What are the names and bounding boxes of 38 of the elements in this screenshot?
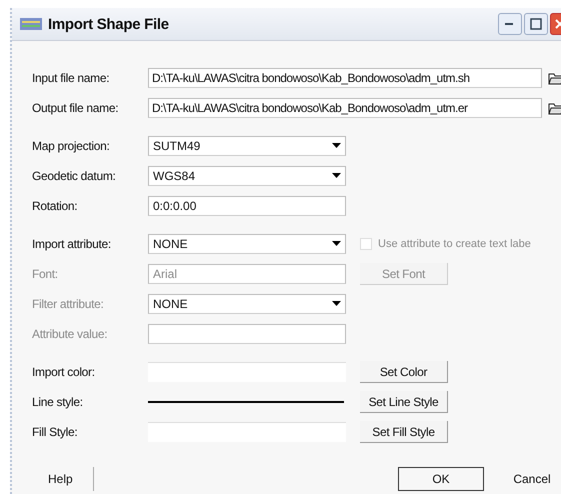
folder-icon[interactable] bbox=[548, 101, 561, 115]
field-label: Geodetic datum: bbox=[32, 169, 117, 183]
cancel-button[interactable]: Cancel bbox=[494, 467, 561, 491]
dropdown-arrow-icon bbox=[332, 301, 341, 307]
dropdown-arrow-icon bbox=[332, 241, 341, 247]
text-field[interactable] bbox=[148, 324, 346, 344]
field-label: Fill Style: bbox=[32, 425, 78, 439]
field-label: Filter attribute: bbox=[32, 297, 105, 311]
field-label: Line style: bbox=[32, 395, 84, 409]
dropdown[interactable]: NONE bbox=[148, 234, 346, 254]
ok-button[interactable]: OK bbox=[398, 467, 484, 491]
field-label: Rotation: bbox=[32, 199, 78, 213]
field-label: Font: bbox=[32, 267, 59, 281]
set-button[interactable]: Set Color bbox=[360, 361, 448, 383]
minimize-button[interactable] bbox=[498, 13, 522, 35]
field-label: Output file name: bbox=[32, 101, 120, 115]
field-label: Import attribute: bbox=[32, 237, 112, 251]
set-button[interactable]: Set Fill Style bbox=[360, 421, 448, 443]
dropdown-arrow-icon bbox=[332, 173, 341, 179]
minimize-icon bbox=[505, 22, 515, 26]
window-title: Import Shape File bbox=[48, 16, 169, 32]
folder-icon[interactable] bbox=[548, 71, 561, 85]
checkbox-label: Use attribute to create text labe bbox=[378, 238, 531, 250]
set-button[interactable]: Set Line Style bbox=[360, 391, 448, 413]
text-field[interactable]: 0:0:0.00 bbox=[148, 196, 346, 216]
maximize-icon bbox=[530, 18, 542, 30]
help-button[interactable]: Help bbox=[34, 467, 94, 491]
path-field[interactable]: D:\TA-ku\LAWAS\citra bondowoso\Kab_Bondowoso\adm_utm.er bbox=[148, 98, 542, 118]
field-label: Import color: bbox=[32, 365, 96, 379]
dropdown-arrow-icon bbox=[332, 143, 341, 149]
field-label: Attribute value: bbox=[32, 327, 108, 341]
app-icon bbox=[20, 18, 42, 30]
field-label: Map projection: bbox=[32, 139, 111, 153]
field-label: Input file name: bbox=[32, 71, 110, 85]
maximize-button[interactable] bbox=[524, 13, 548, 35]
dropdown[interactable]: SUTM49 bbox=[148, 136, 346, 156]
path-field[interactable]: D:\TA-ku\LAWAS\citra bondowoso\Kab_Bondowoso\adm_utm.sh bbox=[148, 68, 542, 88]
dropdown[interactable]: WGS84 bbox=[148, 166, 346, 186]
